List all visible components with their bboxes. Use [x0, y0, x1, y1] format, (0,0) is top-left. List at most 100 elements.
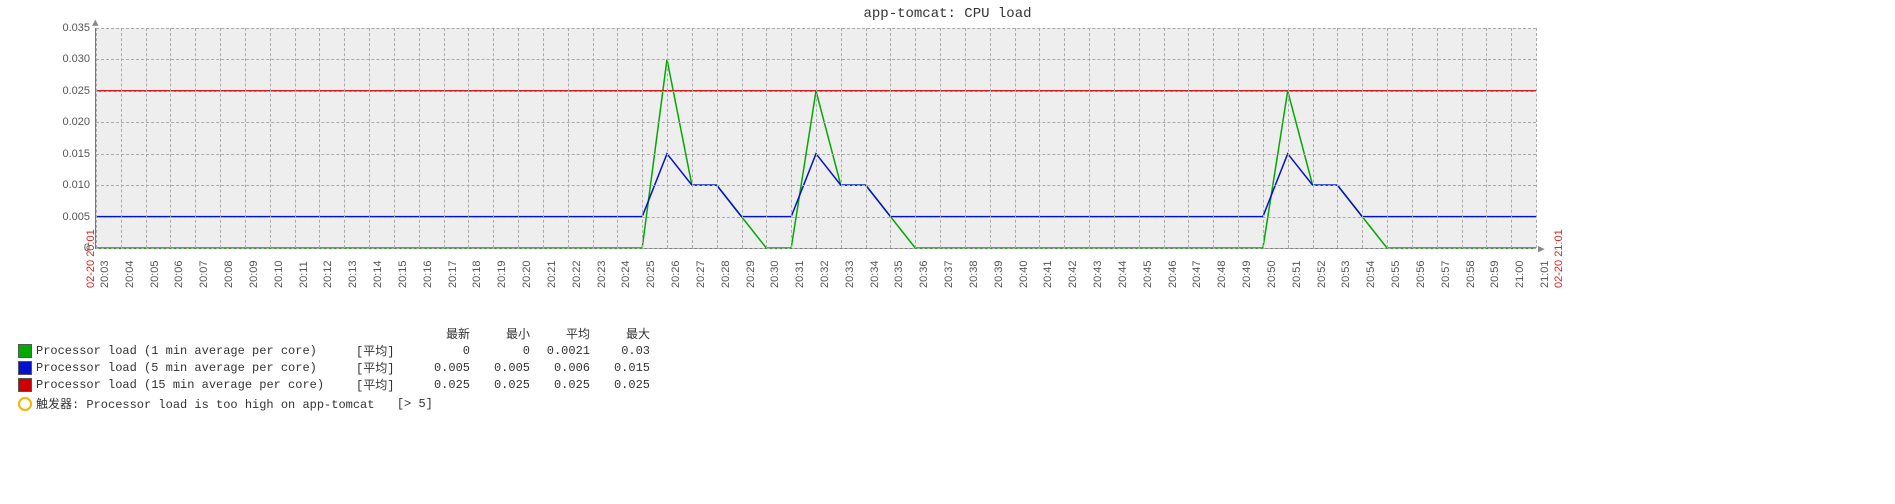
legend-min: 0.025 — [476, 378, 536, 392]
x-tick-label: 20:31 — [794, 260, 806, 288]
grid-v — [493, 28, 494, 248]
x-tick-label: 20:27 — [695, 260, 707, 288]
grid-v — [270, 28, 271, 248]
legend-swatch — [18, 361, 32, 375]
legend-series-name: Processor load (15 min average per core) — [36, 378, 356, 392]
x-tick-label: 20:56 — [1415, 260, 1427, 288]
x-tick-label: 20:34 — [869, 260, 881, 288]
y-tick-label: 0.020 — [45, 116, 90, 128]
grid-v — [1164, 28, 1165, 248]
x-tick-label: 20:06 — [173, 260, 185, 288]
y-axis-arrow: ▲ — [92, 18, 99, 30]
x-tick-label: 20:47 — [1191, 260, 1203, 288]
grid-v — [915, 28, 916, 248]
grid-v — [1387, 28, 1388, 248]
x-tick-label: 21:00 — [1514, 260, 1526, 288]
x-tick-label: 20:36 — [918, 260, 930, 288]
x-tick-label: 02-20 21:01 — [1553, 229, 1565, 288]
legend-max: 0.03 — [596, 344, 656, 358]
grid-v — [1114, 28, 1115, 248]
grid-v — [1015, 28, 1016, 248]
y-tick-label: 0.010 — [45, 179, 90, 191]
legend-avg: 0.006 — [536, 361, 596, 375]
grid-v — [220, 28, 221, 248]
x-tick-label: 20:22 — [571, 260, 583, 288]
legend-row: Processor load (1 min average per core)[… — [18, 342, 656, 359]
grid-v — [146, 28, 147, 248]
x-tick-label: 20:38 — [968, 260, 980, 288]
grid-v — [667, 28, 668, 248]
x-tick-label: 20:41 — [1042, 260, 1054, 288]
grid-v — [1462, 28, 1463, 248]
legend-latest: 0 — [416, 344, 476, 358]
grid-v — [245, 28, 246, 248]
legend-swatch — [18, 344, 32, 358]
x-tick-label: 20:28 — [720, 260, 732, 288]
x-tick-label: 20:55 — [1390, 260, 1402, 288]
legend-header: 最新 最小 平均 最大 — [18, 325, 656, 342]
grid-v — [717, 28, 718, 248]
x-tick-label: 20:10 — [273, 260, 285, 288]
grid-h — [96, 248, 1536, 249]
grid-v — [1511, 28, 1512, 248]
x-tick-label: 21:01 — [1539, 260, 1551, 288]
grid-v — [1188, 28, 1189, 248]
trigger-icon — [18, 397, 32, 411]
grid-v — [1337, 28, 1338, 248]
x-tick-label: 20:42 — [1067, 260, 1079, 288]
x-tick-label: 20:03 — [99, 260, 111, 288]
x-tick-label: 20:57 — [1440, 260, 1452, 288]
x-tick-label: 20:19 — [496, 260, 508, 288]
x-tick-label: 20:52 — [1316, 260, 1328, 288]
legend-series-name: Processor load (5 min average per core) — [36, 361, 356, 375]
x-tick-label: 20:23 — [596, 260, 608, 288]
grid-v — [195, 28, 196, 248]
legend-col-avg: 平均 — [536, 325, 596, 342]
grid-v — [1213, 28, 1214, 248]
legend-series-name: Processor load (1 min average per core) — [36, 344, 356, 358]
x-tick-label: 20:25 — [645, 260, 657, 288]
x-tick-label: 20:35 — [893, 260, 905, 288]
x-tick-label: 20:24 — [620, 260, 632, 288]
grid-v — [1437, 28, 1438, 248]
grid-v — [890, 28, 891, 248]
grid-v — [468, 28, 469, 248]
grid-v — [1089, 28, 1090, 248]
grid-v — [1362, 28, 1363, 248]
y-tick-label: 0 — [45, 242, 90, 254]
x-tick-label: 20:44 — [1117, 260, 1129, 288]
grid-v — [96, 28, 97, 248]
x-tick-label: 20:14 — [372, 260, 384, 288]
trigger-threshold: [> 5] — [397, 397, 433, 411]
grid-v — [394, 28, 395, 248]
grid-v — [692, 28, 693, 248]
chart-title: app-tomcat: CPU load — [0, 0, 1895, 26]
grid-v — [295, 28, 296, 248]
x-tick-label: 20:46 — [1167, 260, 1179, 288]
trigger-label: 触发器: Processor load is too high on app-t… — [36, 395, 374, 412]
legend-avg: 0.025 — [536, 378, 596, 392]
grid-v — [791, 28, 792, 248]
x-tick-label: 20:51 — [1291, 260, 1303, 288]
x-tick-label: 20:17 — [447, 260, 459, 288]
grid-v — [344, 28, 345, 248]
legend-avg: 0.0021 — [536, 344, 596, 358]
grid-v — [1536, 28, 1537, 248]
x-tick-label: 20:29 — [745, 260, 757, 288]
grid-v — [642, 28, 643, 248]
x-tick-label: 20:18 — [471, 260, 483, 288]
grid-v — [1486, 28, 1487, 248]
grid-v — [1238, 28, 1239, 248]
grid-v — [444, 28, 445, 248]
x-tick-label: 02-20 20:01 — [85, 229, 97, 288]
x-tick-label: 20:15 — [397, 260, 409, 288]
x-tick-label: 20:54 — [1365, 260, 1377, 288]
legend-latest: 0.005 — [416, 361, 476, 375]
y-tick-label: 0.025 — [45, 85, 90, 97]
grid-v — [369, 28, 370, 248]
grid-v — [841, 28, 842, 248]
grid-v — [1288, 28, 1289, 248]
plot-area — [95, 28, 1536, 249]
grid-v — [319, 28, 320, 248]
x-tick-label: 20:40 — [1018, 260, 1030, 288]
